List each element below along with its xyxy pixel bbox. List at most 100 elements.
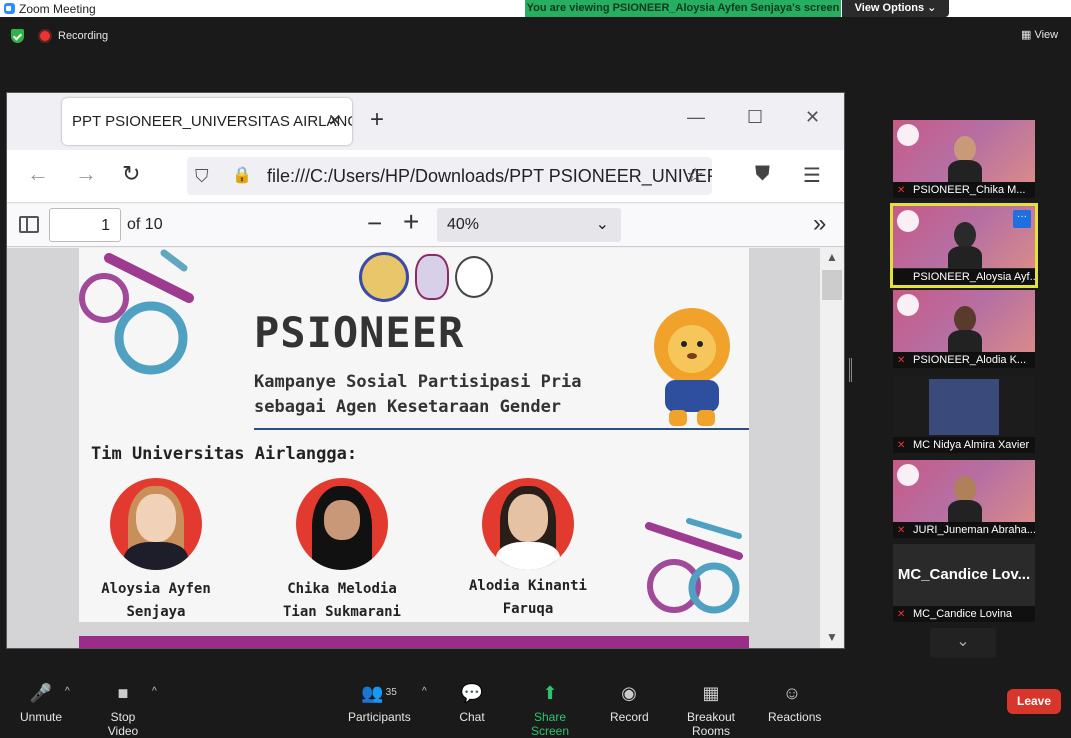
- scroll-down-icon[interactable]: ▼: [826, 630, 838, 644]
- browser-toolbar: ← → ↻ ⛉ 🔒 file:///C:/Users/HP/Downloads/…: [7, 150, 844, 203]
- video-tile[interactable]: PSIONEER_Alodia K... ✕: [893, 290, 1035, 368]
- window-title: Zoom Meeting: [19, 2, 96, 16]
- leave-button[interactable]: Leave: [1007, 689, 1061, 714]
- video-tile[interactable]: JURI_Juneman Abraha... ✕: [893, 460, 1035, 538]
- participant-video: [948, 136, 982, 184]
- slide-title: PSIONEER: [254, 308, 465, 357]
- view-label: View: [1034, 29, 1059, 41]
- bookmark-star-icon[interactable]: ☆: [686, 157, 704, 195]
- event-logo-icon: [455, 256, 493, 298]
- scrollbar-thumb[interactable]: [822, 270, 842, 300]
- unmute-button[interactable]: 🎤 Unmute: [20, 682, 62, 724]
- new-tab-icon[interactable]: +: [370, 106, 384, 134]
- chevron-down-icon: ⌄: [595, 216, 609, 233]
- university-logo-icon: [359, 252, 409, 302]
- scroll-up-icon[interactable]: ▲: [826, 250, 838, 264]
- reload-icon[interactable]: ↻: [122, 161, 140, 187]
- record-button[interactable]: ◉ Record: [610, 682, 649, 724]
- browser-tab[interactable]: PPT PSIONEER_UNIVERSITAS AIRLANGGA ✕: [62, 98, 352, 145]
- member-photo: [296, 478, 388, 570]
- split-resize-handle[interactable]: [849, 358, 852, 382]
- participant-video: [929, 379, 999, 435]
- shield-check-icon[interactable]: [11, 29, 24, 43]
- sidebar-toggle-icon[interactable]: [19, 216, 39, 233]
- event-badge-icon: [897, 124, 919, 146]
- back-icon[interactable]: ←: [27, 161, 49, 187]
- video-tile-active-speaker[interactable]: ··· PSIONEER_Aloysia Ayf...: [890, 203, 1038, 288]
- close-window-icon[interactable]: ✕: [805, 107, 820, 128]
- member-name-line1: Alodia Kinanti: [468, 578, 587, 594]
- share-screen-label: Share Screen: [530, 710, 570, 738]
- video-tile[interactable]: PSIONEER_Chika M... ✕: [893, 120, 1035, 198]
- url-text: file:///C:/Users/HP/Downloads/PPT PSIONE…: [267, 166, 712, 186]
- scroll-down-panel-button[interactable]: ⌄: [930, 628, 996, 658]
- zoom-in-icon[interactable]: +: [403, 206, 419, 238]
- participant-name: MC Nidya Almira Xavier: [913, 439, 1030, 451]
- maximize-icon[interactable]: ☐: [747, 107, 763, 128]
- zoom-select[interactable]: 40% ⌄: [437, 208, 621, 242]
- participant-name: PSIONEER_Alodia K...: [913, 354, 1027, 366]
- member-name-line2: Faruqa: [502, 601, 554, 617]
- grid-icon: ▦: [1021, 29, 1035, 41]
- member-card: Chika Melodia Tian Sukmarani: [262, 478, 422, 622]
- share-screen-button[interactable]: ⬆ Share Screen: [517, 682, 583, 738]
- chat-label: Chat: [459, 710, 485, 724]
- chat-button[interactable]: 💬 Chat: [458, 682, 486, 724]
- view-button[interactable]: ▦ View: [1021, 28, 1058, 41]
- participant-name: MC_Candice Lovina: [913, 608, 1013, 620]
- forward-icon[interactable]: →: [75, 161, 97, 187]
- member-photo: [110, 478, 202, 570]
- gender-decoration: [79, 249, 194, 375]
- slide: PSIONEER Kampanye Sosial Partisipasi Pri…: [79, 248, 749, 622]
- stop-video-label: Stop Video: [107, 710, 139, 738]
- stop-video-button[interactable]: ■ Stop Video: [94, 682, 152, 738]
- participants-count: 35: [385, 687, 397, 698]
- menu-icon[interactable]: ☰: [803, 163, 821, 188]
- chevron-down-icon: ⌄: [956, 633, 970, 650]
- team-heading: Tim Universitas Airlangga:: [91, 444, 358, 464]
- page-number-input[interactable]: 1: [49, 208, 121, 242]
- zoom-out-icon[interactable]: −: [367, 208, 382, 239]
- muted-mic-icon: ✕: [897, 440, 906, 451]
- audio-options-caret-icon[interactable]: ^: [65, 686, 70, 697]
- browser-tabbar: PPT PSIONEER_UNIVERSITAS AIRLANGGA ✕ + —…: [7, 93, 844, 150]
- participants-caret-icon[interactable]: ^: [422, 686, 427, 697]
- video-tile[interactable]: MC Nidya Almira Xavier ✕: [893, 375, 1035, 453]
- video-camera-icon: ■: [117, 683, 129, 703]
- url-bar[interactable]: ⛉ 🔒 file:///C:/Users/HP/Downloads/PPT PS…: [187, 157, 712, 195]
- close-tab-icon[interactable]: ✕: [328, 111, 342, 131]
- meeting-toolbar: 🎤 Unmute ^ ■ Stop Video ^ 👥 35 Participan…: [0, 672, 1071, 738]
- more-options-icon[interactable]: ···: [1013, 210, 1031, 228]
- minimize-icon[interactable]: —: [687, 107, 705, 128]
- breakout-rooms-button[interactable]: ▦ Breakout Rooms: [670, 682, 752, 738]
- member-name-line1: Chika Melodia: [287, 581, 397, 597]
- member-photo: [482, 478, 574, 570]
- pocket-icon[interactable]: ⛊: [755, 163, 770, 186]
- video-options-caret-icon[interactable]: ^: [152, 686, 157, 697]
- faculty-logo-icon: [415, 254, 449, 300]
- record-label: Record: [610, 710, 649, 724]
- shield-icon: ⛉: [195, 166, 209, 186]
- member-name-line2: Tian Sukmarani: [282, 604, 401, 620]
- member-card: Aloysia Ayfen Senjaya: [79, 478, 236, 622]
- view-options-button[interactable]: View Options ⌄: [842, 0, 949, 17]
- muted-mic-icon: ✕: [897, 355, 906, 366]
- reactions-label: Reactions: [768, 710, 822, 724]
- zoom-logo-icon: [4, 3, 15, 14]
- member-name-line1: Aloysia Ayfen: [101, 581, 211, 597]
- participant-name: PSIONEER_Chika M...: [913, 184, 1026, 196]
- insecure-lock-icon: 🔒: [232, 167, 252, 184]
- lion-mascot-icon: [654, 308, 730, 426]
- participants-button[interactable]: 👥 35 Participants: [348, 682, 411, 724]
- reactions-icon: ☺: [782, 683, 802, 703]
- slide-subtitle: Kampanye Sosial Partisipasi Pria sebagai…: [254, 370, 582, 420]
- reactions-button[interactable]: ☺ Reactions: [768, 682, 822, 724]
- more-tools-icon[interactable]: »: [813, 210, 826, 238]
- member-card: Alodia Kinanti Faruqa: [448, 478, 608, 621]
- participants-icon: 👥: [361, 683, 384, 703]
- shared-screen: PPT PSIONEER_UNIVERSITAS AIRLANGGA ✕ + —…: [6, 92, 845, 649]
- page-count: of 10: [127, 216, 163, 233]
- pdf-scrollbar[interactable]: ▲ ▼: [820, 248, 844, 648]
- muted-mic-icon: 🎤: [29, 683, 53, 703]
- video-tile[interactable]: MC_Candice Lov... MC_Candice Lovina ✕: [893, 544, 1035, 622]
